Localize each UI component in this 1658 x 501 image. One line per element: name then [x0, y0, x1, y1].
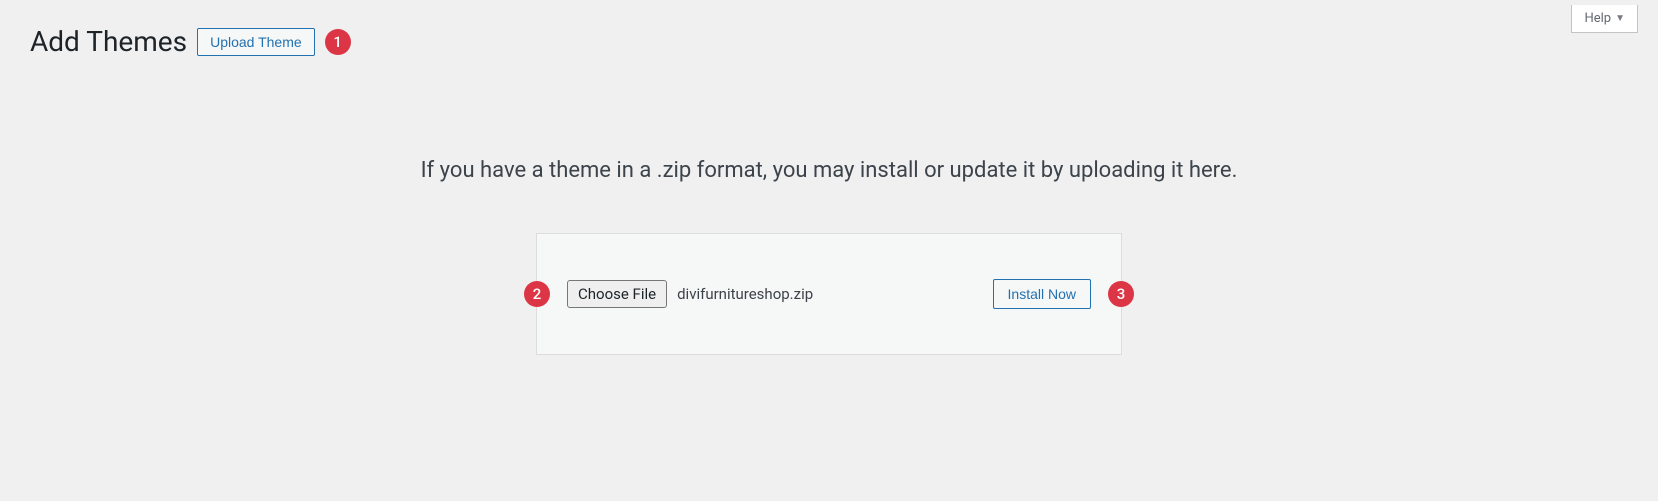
- help-tab[interactable]: Help ▼: [1571, 5, 1638, 33]
- upload-form: 2 Choose File divifurnitureshop.zip Inst…: [536, 233, 1122, 355]
- help-label: Help: [1584, 11, 1611, 26]
- choose-file-button[interactable]: Choose File: [567, 280, 667, 308]
- file-chooser-group: Choose File divifurnitureshop.zip: [567, 280, 813, 308]
- install-now-button[interactable]: Install Now: [993, 279, 1091, 309]
- page-header: Add Themes Upload Theme 1: [0, 0, 1658, 68]
- selected-filename: divifurnitureshop.zip: [677, 285, 813, 303]
- annotation-marker-3: 3: [1108, 281, 1134, 307]
- dropdown-triangle-icon: ▼: [1615, 13, 1625, 24]
- upload-instructions: If you have a theme in a .zip format, yo…: [30, 158, 1628, 183]
- page-title: Add Themes: [30, 25, 187, 58]
- annotation-marker-2: 2: [524, 281, 550, 307]
- upload-theme-button[interactable]: Upload Theme: [197, 28, 315, 56]
- annotation-marker-1: 1: [325, 29, 351, 55]
- install-group: Install Now: [993, 279, 1091, 309]
